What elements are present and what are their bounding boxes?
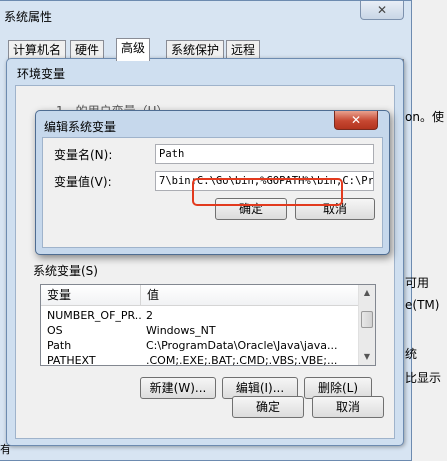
- env-cancel-button[interactable]: 取消: [312, 396, 384, 418]
- tab-computer-name[interactable]: 计算机名: [8, 40, 67, 60]
- edit-ok-button[interactable]: 确定: [215, 198, 287, 220]
- background-text-fragment: 统: [405, 347, 418, 361]
- table-row[interactable]: NUMBER_OF_PR... 2: [41, 308, 359, 323]
- scroll-down-arrow-icon[interactable]: ▼: [359, 349, 375, 365]
- variable-name-label: 变量名(N):: [54, 148, 113, 162]
- tab-remote[interactable]: 远程: [226, 40, 261, 60]
- table-row[interactable]: Path C:\ProgramData\Oracle\Java\java...: [41, 338, 359, 353]
- variable-value: Windows_NT: [146, 324, 216, 337]
- close-icon: ✕: [350, 113, 362, 127]
- variable-name-input[interactable]: Path: [155, 144, 374, 164]
- edit-variable-body: 变量名(N): Path 变量值(V): 7\bin;C:\Go\bin;%GO…: [42, 137, 383, 248]
- variable-value: .COM;.EXE;.BAT;.CMD;.VBS;.VBE;...: [146, 354, 338, 366]
- system-variables-label: 系统变量(S): [33, 264, 98, 278]
- background-text-fragment: 可用: [405, 276, 430, 290]
- background-text-fragment: e(TM): [405, 298, 440, 312]
- column-header-variable[interactable]: 变量: [41, 285, 141, 306]
- environment-variables-title: 环境变量: [17, 67, 66, 81]
- edit-variable-title: 编辑系统变量: [44, 120, 117, 134]
- system-variables-table[interactable]: 变量 值 NUMBER_OF_PR... 2 OS Windows_NT Pat…: [40, 284, 376, 366]
- edit-system-variable-dialog: 编辑系统变量 ✕ 变量名(N): Path 变量值(V): 7\bin;C:\G…: [35, 110, 390, 255]
- tab-hardware[interactable]: 硬件: [70, 40, 105, 60]
- variable-value-input[interactable]: 7\bin;C:\Go\bin;%GOPATH%\bin;C:\Pro: [155, 171, 374, 191]
- table-row[interactable]: PATHEXT .COM;.EXE;.BAT;.CMD;.VBS;.VBE;..…: [41, 353, 359, 366]
- scroll-thumb[interactable]: [361, 311, 373, 328]
- variable-name: OS: [47, 324, 63, 337]
- variable-name: PATHEXT: [47, 354, 96, 366]
- background-text-fragment: on。使: [405, 110, 444, 124]
- variable-name: NUMBER_OF_PR...: [47, 309, 141, 322]
- scroll-up-arrow-icon[interactable]: ▲: [359, 285, 375, 301]
- system-properties-title: 系统属性: [4, 10, 53, 24]
- column-header-value[interactable]: 值: [141, 285, 359, 306]
- tab-advanced[interactable]: 高级: [116, 38, 151, 61]
- variable-value: C:\ProgramData\Oracle\Java\java...: [146, 339, 338, 352]
- close-icon: ✕: [376, 3, 388, 17]
- edit-cancel-button[interactable]: 取消: [295, 198, 375, 220]
- background-text-fragment: 比显示: [405, 371, 442, 385]
- tab-system-protection[interactable]: 系统保护: [166, 40, 225, 60]
- edit-variable-close-button[interactable]: ✕: [334, 111, 378, 130]
- variable-value: 2: [146, 309, 153, 322]
- table-scrollbar[interactable]: ▲ ▼: [358, 285, 375, 365]
- new-variable-button[interactable]: 新建(W)...: [140, 377, 216, 399]
- variable-value-label: 变量值(V):: [54, 175, 112, 189]
- variable-name: Path: [47, 339, 72, 352]
- table-row[interactable]: OS Windows_NT: [41, 323, 359, 338]
- env-ok-button[interactable]: 确定: [232, 396, 304, 418]
- system-properties-close-button[interactable]: ✕: [360, 1, 404, 20]
